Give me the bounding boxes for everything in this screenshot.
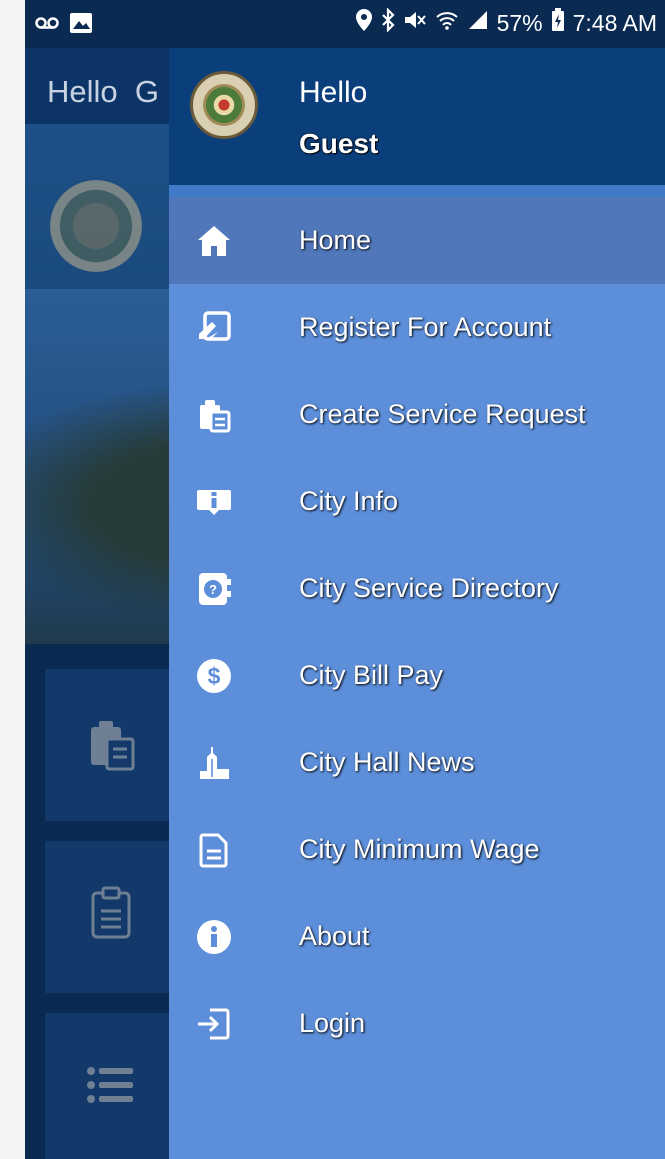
menu-item-city-info[interactable]: City Info — [169, 458, 665, 545]
tile-list[interactable] — [45, 1013, 177, 1159]
image-notification-icon — [69, 12, 93, 39]
menu-item-label: Login — [299, 1008, 366, 1038]
menu-item-city-hall-news[interactable]: City Hall News — [169, 719, 665, 806]
mute-icon — [403, 9, 427, 37]
svg-text:?: ? — [209, 582, 217, 597]
signal-icon — [467, 9, 489, 37]
wifi-icon — [435, 9, 459, 37]
drawer-username: Guest — [299, 128, 379, 159]
info-board-icon — [196, 484, 232, 520]
status-bar: 57% 7:48 AM — [25, 0, 665, 48]
menu-item-label: Home — [299, 225, 372, 255]
drawer-menu: Home Register For Account Create Service… — [169, 197, 665, 1067]
city-hall-icon — [196, 745, 232, 781]
login-icon — [196, 1006, 232, 1042]
battery-charging-icon — [551, 8, 565, 38]
register-icon — [196, 310, 232, 346]
drawer-greeting: Hello — [299, 76, 368, 109]
clipboard-icon — [91, 721, 135, 771]
menu-item-city-service-directory[interactable]: ? City Service Directory — [169, 545, 665, 632]
menu-item-label: City Bill Pay — [299, 660, 444, 690]
list-icon — [87, 1067, 133, 1103]
tile-service-request[interactable] — [45, 669, 177, 821]
menu-item-city-bill-pay[interactable]: $ City Bill Pay — [169, 632, 665, 719]
header-divider — [169, 185, 665, 197]
battery-percent: 57% — [496, 9, 543, 36]
tile-requests[interactable] — [45, 841, 177, 993]
location-icon — [355, 8, 373, 38]
city-seal-logo — [190, 71, 258, 139]
bluetooth-icon — [381, 7, 395, 38]
menu-item-home[interactable]: Home — [169, 197, 665, 284]
menu-item-label: City Hall News — [299, 747, 475, 777]
menu-item-label: City Minimum Wage — [299, 834, 540, 864]
menu-item-create-service-request[interactable]: Create Service Request — [169, 371, 665, 458]
app-greeting: Hello G — [47, 74, 160, 109]
clock: 7:48 AM — [572, 9, 657, 36]
menu-item-about[interactable]: About — [169, 893, 665, 980]
clipboard-list-icon — [91, 886, 131, 939]
menu-item-register[interactable]: Register For Account — [169, 284, 665, 371]
document-icon — [196, 832, 232, 868]
navigation-drawer: Hello Guest Home Register For Account Cr… — [169, 0, 665, 1159]
about-icon — [196, 919, 232, 955]
drawer-header: Hello Guest — [169, 48, 665, 185]
directory-icon: ? — [196, 571, 232, 607]
svg-text:$: $ — [208, 663, 221, 689]
menu-item-city-minimum-wage[interactable]: City Minimum Wage — [169, 806, 665, 893]
phone-screen: 57% 7:48 AM Hello G Hello Guest Home Reg… — [25, 0, 665, 1159]
menu-item-label: City Service Directory — [299, 573, 559, 603]
menu-item-label: Create Service Request — [299, 399, 586, 429]
home-icon — [196, 223, 232, 259]
menu-item-label: City Info — [299, 486, 399, 516]
menu-item-label: Register For Account — [299, 312, 552, 342]
menu-item-label: About — [299, 921, 370, 951]
menu-item-login[interactable]: Login — [169, 980, 665, 1067]
voicemail-icon — [35, 16, 59, 35]
dollar-icon: $ — [196, 658, 232, 694]
app-seal-logo — [50, 180, 142, 272]
clipboard-icon — [196, 397, 232, 433]
